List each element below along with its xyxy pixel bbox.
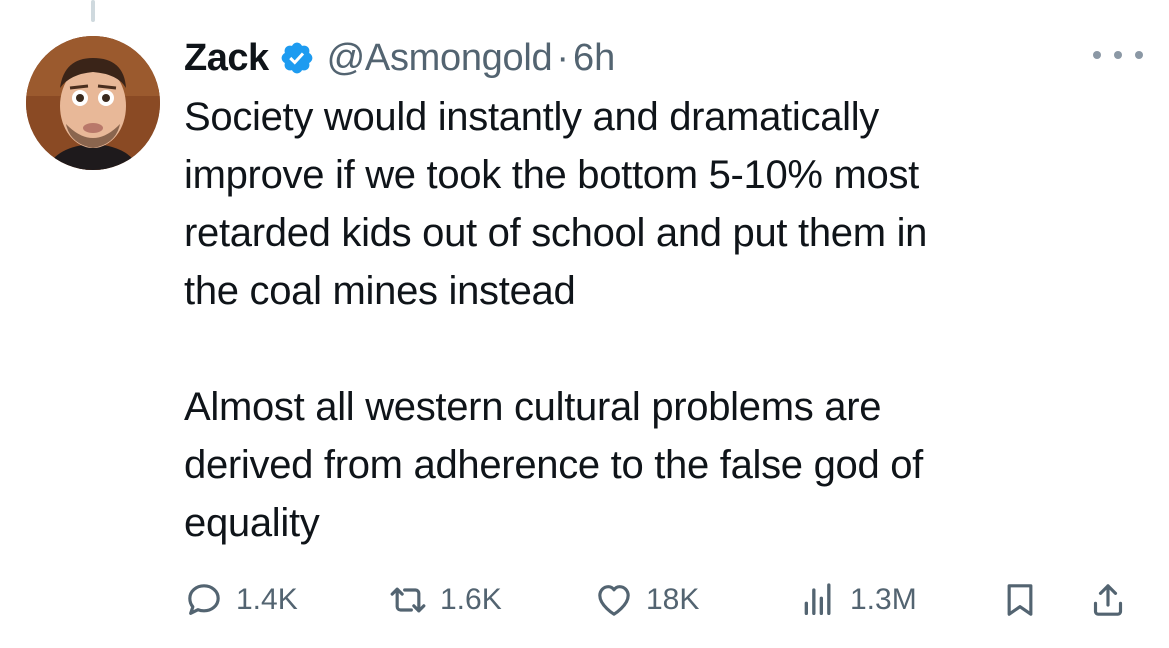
avatar[interactable] <box>26 36 160 170</box>
more-options-icon[interactable] <box>1093 40 1143 70</box>
reply-icon <box>188 584 220 615</box>
heart-icon <box>598 585 630 616</box>
timestamp[interactable]: 6h <box>573 37 615 80</box>
display-name[interactable]: Zack <box>184 37 269 80</box>
more-dot <box>1093 51 1101 59</box>
views-button[interactable]: 1.3M <box>798 576 917 624</box>
views-count: 1.3M <box>850 583 917 616</box>
reply-button[interactable]: 1.4K <box>184 576 298 624</box>
like-button[interactable]: 18K <box>594 576 699 624</box>
separator-dot: · <box>556 36 569 79</box>
tweet-text: Society would instantly and dramatically… <box>184 88 1114 552</box>
repost-count: 1.6K <box>440 583 502 616</box>
verified-badge-icon <box>281 42 312 74</box>
tweet-paragraph: Society would instantly and dramatically… <box>184 95 928 313</box>
tweet-header: Zack @Asmongold · 6h <box>184 30 615 86</box>
action-bar: 1.4K 1.6K 18K 1.3M <box>184 576 1144 624</box>
repost-icon <box>390 587 426 613</box>
share-button[interactable] <box>1088 576 1128 624</box>
more-dot <box>1135 51 1143 59</box>
tweet-paragraph: Almost all western cultural problems are… <box>184 385 923 545</box>
repost-button[interactable]: 1.6K <box>388 576 502 624</box>
bookmark-button[interactable] <box>1000 576 1040 624</box>
like-count: 18K <box>646 583 700 616</box>
user-handle[interactable]: @Asmongold <box>327 37 553 80</box>
thread-connector-line <box>91 0 95 22</box>
bookmark-icon <box>1007 584 1033 616</box>
more-dot <box>1114 51 1122 59</box>
share-icon <box>1093 584 1123 616</box>
analytics-icon <box>804 583 831 615</box>
reply-count: 1.4K <box>236 583 298 616</box>
